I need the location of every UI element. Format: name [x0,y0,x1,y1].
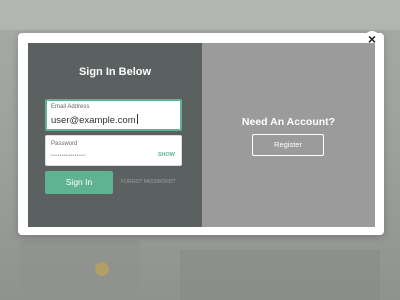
register-heading: Need An Account? [241,116,336,128]
background-dot [95,262,109,276]
show-password-toggle[interactable]: SHOW [158,152,175,158]
sign-in-modal: × Sign In Below Email Address user@examp… [18,31,384,235]
background-header [0,0,400,30]
email-field[interactable]: Email Address user@example.com [45,99,182,131]
text-caret [136,114,138,124]
email-label: Email Address [51,104,90,110]
sign-in-panel: Sign In Below Email Address user@example… [28,43,202,227]
background-block [180,250,380,300]
password-field[interactable]: Password •••••••••••••••• SHOW [45,135,182,166]
register-panel: Need An Account? Register [202,43,375,227]
register-button[interactable]: Register [252,134,324,156]
email-value[interactable]: user@example.com [51,114,138,126]
password-label: Password [51,141,78,147]
sign-in-title: Sign In Below [78,66,152,78]
password-value[interactable]: •••••••••••••••• [51,153,85,159]
forgot-password-link[interactable]: FORGOT PASSWORD? [121,179,175,185]
background-block [20,240,140,300]
sign-in-button[interactable]: Sign In [45,171,113,194]
